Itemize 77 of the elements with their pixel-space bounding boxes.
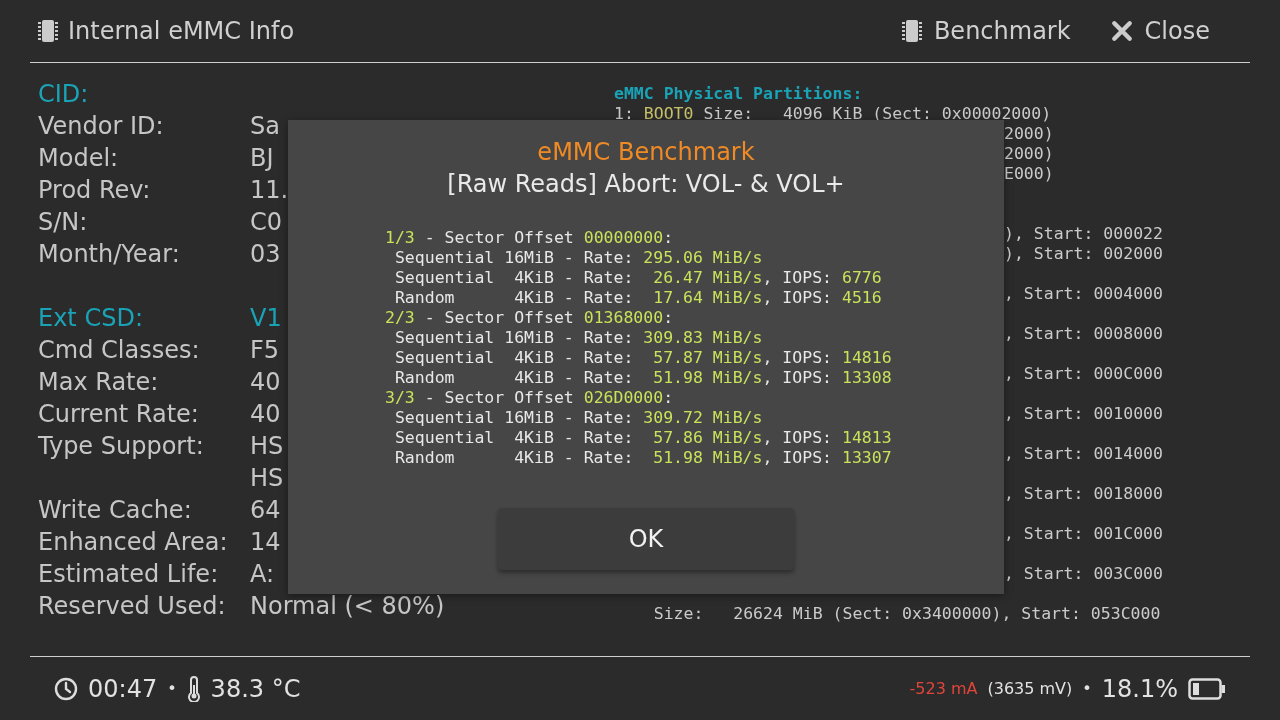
info-label: Prod Rev: <box>38 175 152 206</box>
benchmark-result-line: Random 4KiB - Rate: 51.98 MiB/s, IOPS: 13307 <box>393 448 892 468</box>
separator-dot: • <box>167 679 177 698</box>
info-label: Write Cache: <box>38 495 193 526</box>
partition-line: 2000) <box>1004 144 1054 164</box>
info-label: Cmd Classes: <box>38 335 201 366</box>
benchmark-result-line: 2/3 - Sector Offset 01368000: <box>385 308 674 328</box>
ok-button[interactable]: OK <box>498 508 794 570</box>
benchmark-result-line: Sequential 16MiB - Rate: 295.06 MiB/s <box>393 248 763 268</box>
info-value: 14 <box>250 527 281 558</box>
partition-line: , Start: 000C000 <box>1004 364 1163 384</box>
chip-icon <box>901 19 922 43</box>
info-value: 40 <box>250 367 281 398</box>
temperature: 38.3 °C <box>210 674 301 703</box>
benchmark-result-line: Sequential 16MiB - Rate: 309.72 MiB/s <box>393 408 763 428</box>
info-label: Model: <box>38 143 120 174</box>
clock-icon <box>54 676 78 701</box>
benchmark-result-line: 1/3 - Sector Offset 00000000: <box>385 228 674 248</box>
close-icon <box>1110 20 1133 42</box>
thermometer-icon <box>186 675 201 702</box>
battery-voltage: (3635 mV) <box>987 679 1073 698</box>
info-value: HS <box>250 431 284 462</box>
info-value: BJ <box>250 143 274 174</box>
section-value: V1 <box>250 303 282 334</box>
info-label: Month/Year: <box>38 239 181 270</box>
section-heading: CID: <box>38 79 90 110</box>
page-title: Internal eMMC Info <box>68 17 295 45</box>
partition-line: ), Start: 000022 <box>1004 224 1163 244</box>
partition-line: , Start: 0014000 <box>1004 444 1163 464</box>
dialog-title: eMMC Benchmark <box>537 137 755 168</box>
info-value: 40 <box>250 399 281 430</box>
benchmark-result-line: Sequential 4KiB - Rate: 26.47 MiB/s, IOPS: 6776 <box>393 268 882 288</box>
info-value: C0 <box>250 207 283 238</box>
partition-line: 2000) <box>1004 124 1054 144</box>
partition-line: , Start: 001C000 <box>1004 524 1163 544</box>
info-value: 03 <box>250 239 281 270</box>
info-value: Sa <box>250 111 280 142</box>
benchmark-result-line: Sequential 4KiB - Rate: 57.86 MiB/s, IOPS: 14813 <box>393 428 892 448</box>
section-heading: Ext CSD: <box>38 303 144 334</box>
benchmark-button[interactable]: Benchmark <box>901 17 1071 45</box>
partition-line: , Start: 0008000 <box>1004 324 1163 344</box>
info-label: Type Support: <box>38 431 205 462</box>
close-button[interactable]: Close <box>1110 17 1210 45</box>
clock-time: 00:47 <box>88 674 158 703</box>
partition-line: , Start: 0010000 <box>1004 404 1163 424</box>
battery-percent: 18.1% <box>1101 674 1178 703</box>
partition-line: E000) <box>1004 164 1054 184</box>
info-value: F5 <box>250 335 280 366</box>
battery-current: -523 mA <box>909 679 978 698</box>
info-label: Vendor ID: <box>38 111 165 142</box>
benchmark-result-line: Sequential 16MiB - Rate: 309.83 MiB/s <box>393 328 763 348</box>
benchmark-result-line: Sequential 4KiB - Rate: 57.87 MiB/s, IOPS: 14816 <box>393 348 892 368</box>
partitions-heading: eMMC Physical Partitions: <box>614 84 864 104</box>
info-value: Normal (< 80%) <box>250 591 445 622</box>
dialog-subtitle: [Raw Reads] Abort: VOL- & VOL+ <box>447 169 845 200</box>
partition-line: Size: 26624 MiB (Sect: 0x3400000), Start: 053C000 <box>652 604 1161 624</box>
info-value: 11. <box>250 175 289 206</box>
info-value: 64 <box>250 495 281 526</box>
info-value: HS <box>250 463 284 494</box>
battery-icon <box>1188 677 1226 700</box>
info-label: S/N: <box>38 207 89 238</box>
benchmark-result-line: 3/3 - Sector Offset 026D0000: <box>385 388 674 408</box>
benchmark-result-line: Random 4KiB - Rate: 51.98 MiB/s, IOPS: 13308 <box>393 368 892 388</box>
info-value: A: <box>250 559 275 590</box>
partition-line: ), Start: 002000 <box>1004 244 1163 264</box>
info-label: Reserved Used: <box>38 591 227 622</box>
info-label: Max Rate: <box>38 367 160 398</box>
partition-line: , Start: 003C000 <box>1004 564 1163 584</box>
info-label: Current Rate: <box>38 399 200 430</box>
chip-icon <box>38 19 58 43</box>
benchmark-result-line: Random 4KiB - Rate: 17.64 MiB/s, IOPS: 4516 <box>393 288 882 308</box>
separator-dot: • <box>1082 679 1092 698</box>
partition-line: , Start: 0018000 <box>1004 484 1163 504</box>
partition-line: , Start: 0004000 <box>1004 284 1163 304</box>
info-label: Estimated Life: <box>38 559 220 590</box>
partition-line: 1: BOOT0 Size: 4096 KiB (Sect: 0x00002000) <box>614 104 1052 124</box>
info-label: Enhanced Area: <box>38 527 229 558</box>
